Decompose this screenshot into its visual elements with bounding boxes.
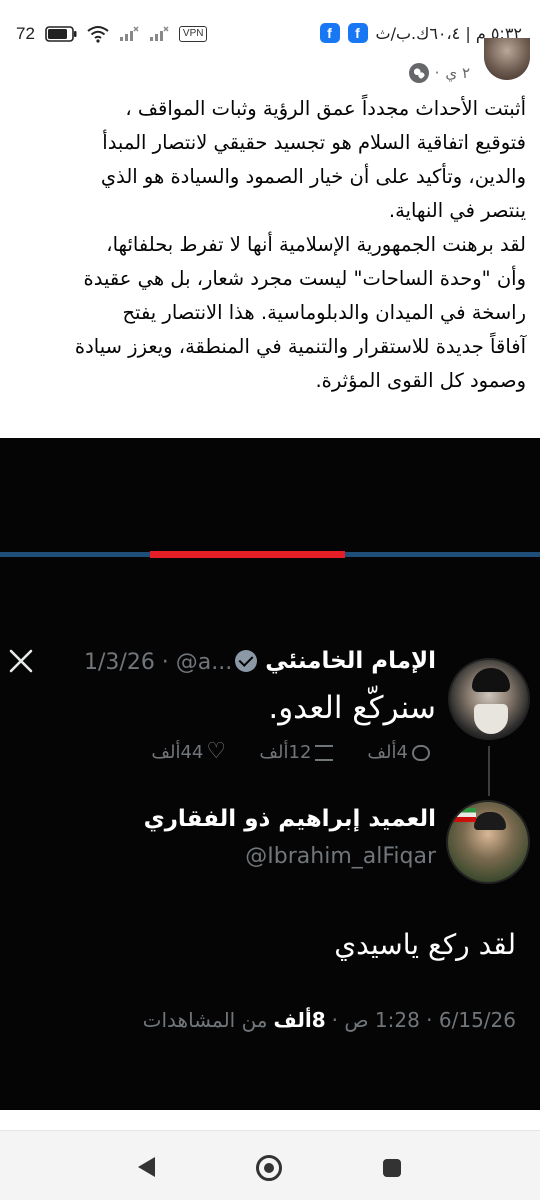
red-accent-bar [150, 551, 345, 558]
post-meta: ٢ ي · [408, 60, 470, 86]
reply-avatar [446, 800, 530, 884]
tweet-author: الإمام الخامنئي [235, 648, 436, 674]
signal-icon-2 [149, 26, 169, 41]
battery-level: 72 [16, 24, 35, 43]
vpn-badge: VPN [178, 26, 208, 42]
reply-author-name: العميد إبراهيم ذو الفقاري [143, 806, 436, 832]
reply-meta: 6/15/26 · 1:28 ص · 8ألف من المشاهدات [143, 1008, 516, 1032]
post-image[interactable]: الإمام الخامنئي 1/3/26 · @a... سنركّع ال… [0, 438, 540, 1110]
retweet-icon [315, 744, 334, 761]
reply-text: لقد ركع ياسيدي [334, 928, 516, 961]
tweet-text: سنركّع العدو. [268, 690, 436, 726]
reply-icon [412, 744, 430, 761]
back-icon[interactable] [138, 1157, 155, 1177]
wifi-icon [87, 26, 109, 43]
x-logo-icon [9, 649, 33, 673]
recents-icon[interactable] [383, 1159, 401, 1177]
verified-icon [235, 650, 258, 672]
retweet-stat: 12ألف [259, 742, 334, 763]
signal-icon-1 [119, 26, 139, 41]
tweet-author-name: الإمام الخامنئي [265, 648, 436, 674]
reply-handle: @Ibrahim_alFiqar [245, 844, 436, 869]
views-label: من المشاهدات [142, 1008, 268, 1032]
views-count: 8ألف [273, 1008, 326, 1032]
tweet-avatar [448, 658, 530, 740]
post-body: أثبتت الأحداث مجدداً عمق الرؤية وثبات ال… [14, 92, 526, 398]
system-nav-bar [0, 1130, 540, 1200]
tweet-actions: 4ألف 12ألف 44ألف [151, 739, 430, 764]
post-time[interactable]: ٢ ي [445, 64, 470, 82]
reply-stat: 4ألف [367, 742, 430, 763]
home-icon[interactable] [256, 1155, 282, 1181]
facebook-icon: f [319, 23, 340, 43]
status-bar: 72 VPN f f ٥:٣٢ م | ٦٠،٤ك.ب/ث [0, 0, 540, 64]
post-paragraph: أثبتت الأحداث مجدداً عمق الرؤية وثبات ال… [100, 97, 526, 222]
status-icons: 72 VPN [16, 20, 208, 48]
thread-line [488, 746, 490, 796]
battery-icon [45, 26, 77, 42]
like-stat: 44ألف [151, 739, 226, 764]
reply-date: 6/15/26 · 1:28 ص · [331, 1008, 516, 1032]
tweet-handle-date: 1/3/26 · @a... [84, 650, 233, 675]
facebook-icon: f [347, 23, 368, 43]
post-paragraph: لقد برهنت الجمهورية الإسلامية أنها لا تف… [74, 233, 526, 392]
author-avatar[interactable] [484, 38, 530, 80]
heart-icon [206, 739, 226, 764]
globe-icon [408, 63, 429, 83]
